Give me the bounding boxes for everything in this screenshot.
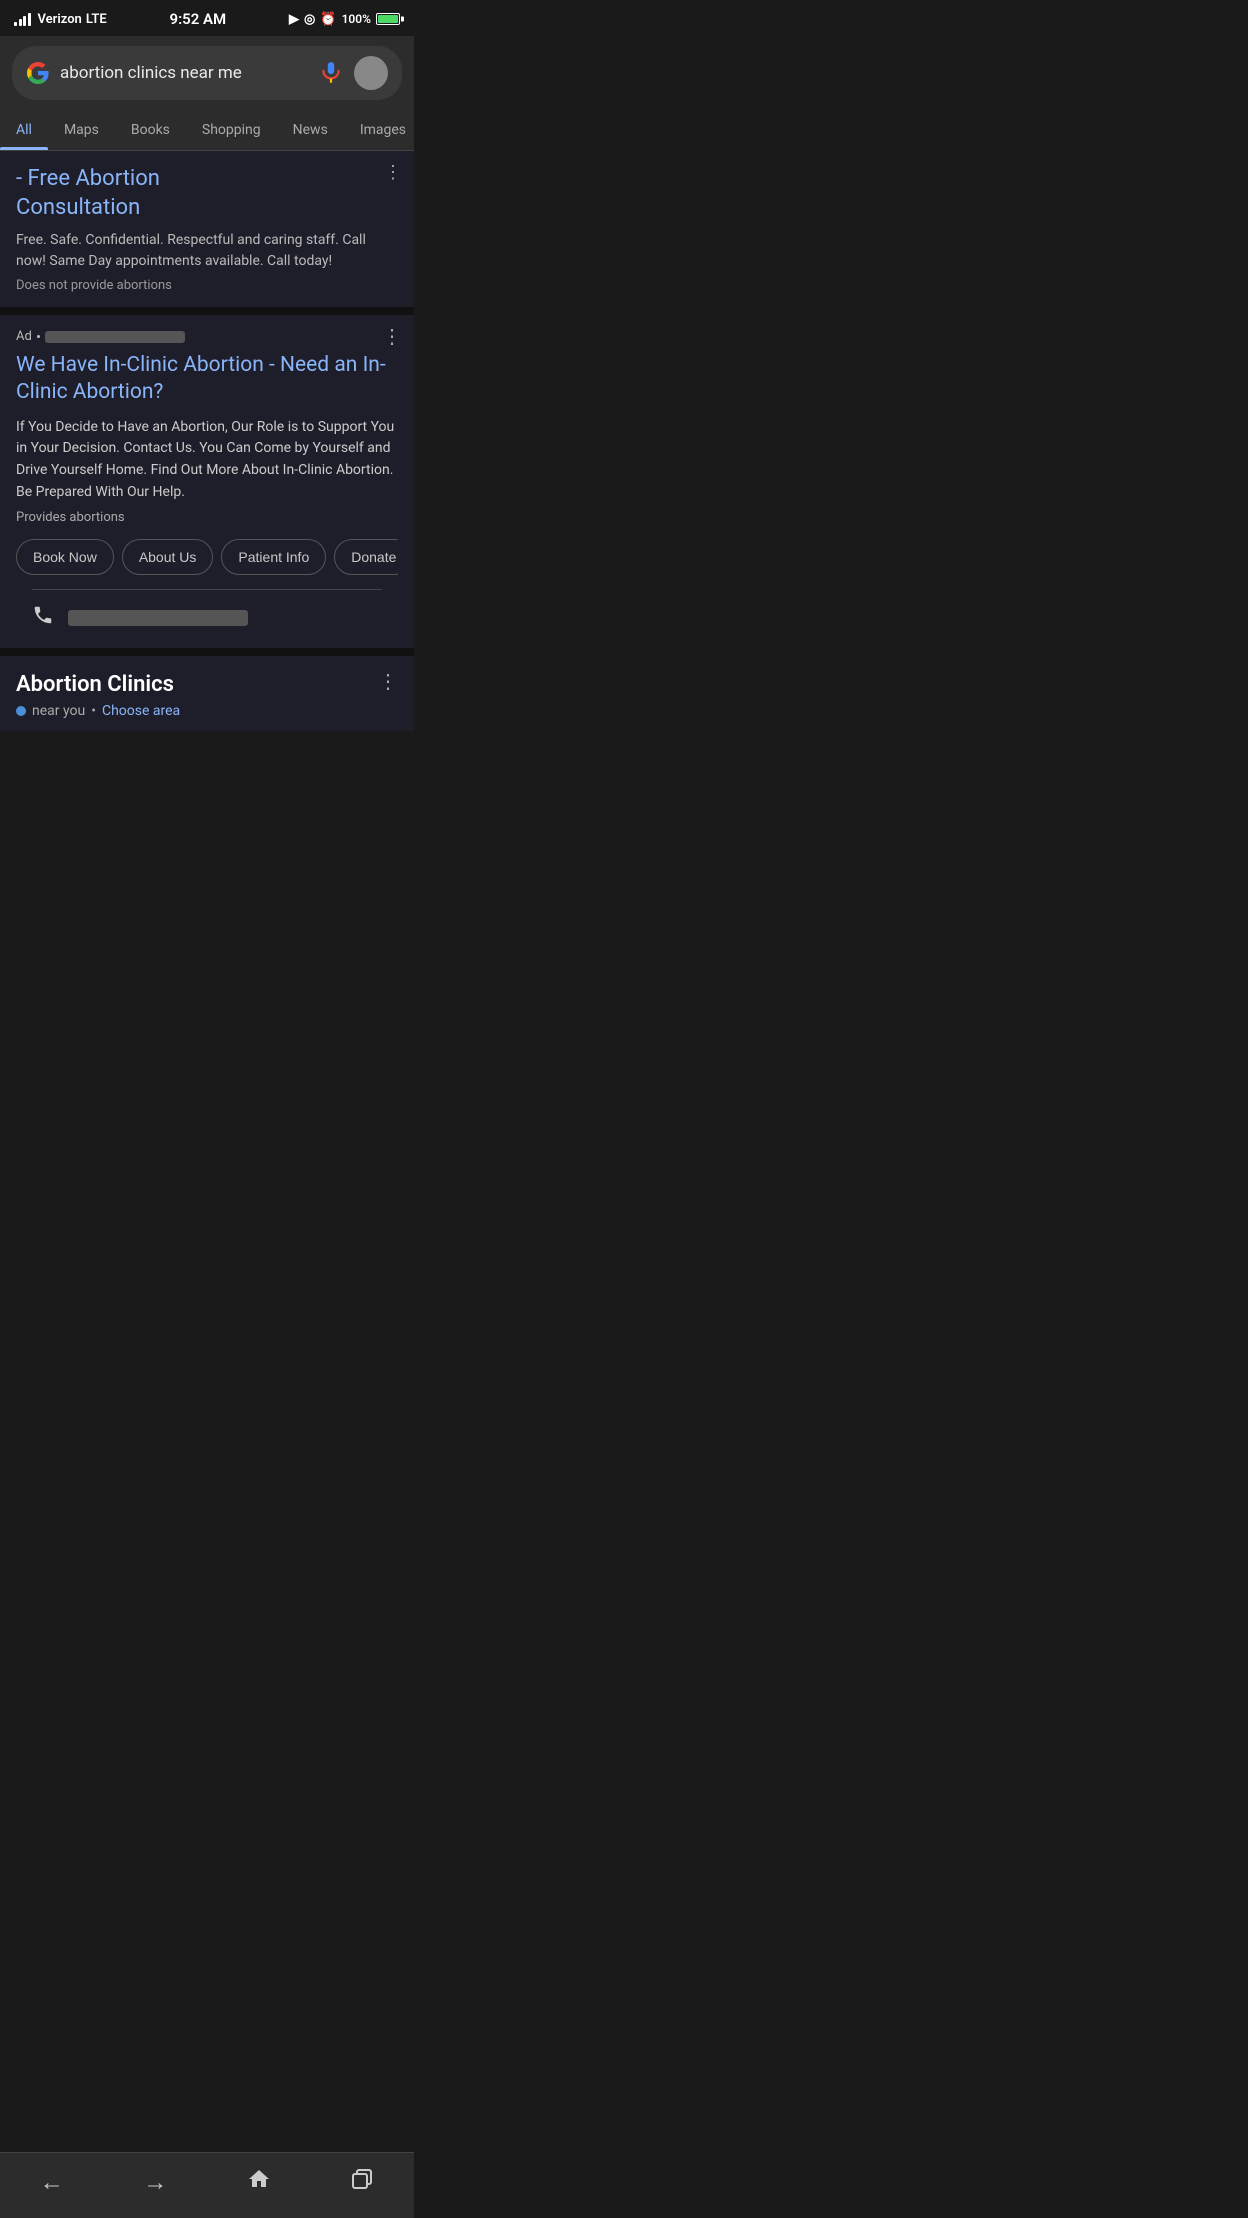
status-left: Verizon LTE — [14, 12, 107, 27]
status-right: ▶ ◎ ⏰ 100% — [289, 12, 400, 27]
ad-card-1: ⋮ - Free Abortion Consultation Free. Saf… — [0, 151, 414, 315]
ad2-disclaimer: Provides abortions — [16, 510, 398, 525]
ad1-title-part2: Consultation — [16, 195, 140, 220]
home-button[interactable] — [231, 2163, 287, 2202]
ad1-disclaimer: Does not provide abortions — [16, 278, 398, 293]
search-tabs: All Maps Books Shopping News Images — [0, 110, 414, 151]
ad-label: Ad — [16, 329, 32, 344]
ad1-more-options-button[interactable]: ⋮ — [384, 163, 402, 181]
tab-all[interactable]: All — [0, 110, 48, 150]
donate-button[interactable]: Donate — [334, 539, 398, 575]
near-you-label: near you — [32, 703, 85, 719]
choose-area-link[interactable]: Choose area — [102, 703, 180, 719]
tab-images[interactable]: Images — [344, 110, 414, 150]
tab-books[interactable]: Books — [115, 110, 186, 150]
clock-icon: ◎ — [304, 12, 315, 27]
search-bar-container: abortion clinics near me — [0, 36, 414, 110]
alarm-icon: ⏰ — [320, 12, 336, 27]
carrier-label: Verizon — [38, 12, 82, 27]
clinics-more-options-button[interactable]: ⋮ — [378, 672, 398, 692]
tab-news[interactable]: News — [277, 110, 344, 150]
time-label: 9:52 AM — [170, 10, 227, 28]
search-query[interactable]: abortion clinics near me — [60, 63, 308, 83]
google-logo — [26, 61, 50, 85]
ad2-title[interactable]: We Have In-Clinic Abortion - Need an In-… — [16, 352, 398, 407]
blurred-phone-number — [68, 610, 248, 626]
ad2-description: If You Decide to Have an Abortion, Our R… — [16, 417, 398, 504]
signal-bars-icon — [14, 13, 31, 26]
bottom-nav: ← → — [0, 2152, 414, 2218]
ad1-description: Free. Safe. Confidential. Respectful and… — [16, 230, 398, 272]
search-bar[interactable]: abortion clinics near me — [12, 46, 402, 100]
ad-card-2: Ad ⋮ We Have In-Clinic Abortion - Need a… — [0, 315, 414, 655]
phone-icon — [32, 604, 54, 632]
patient-info-button[interactable]: Patient Info — [221, 539, 326, 575]
clinics-header: Abortion Clinics ⋮ — [16, 672, 398, 697]
ad1-title[interactable]: - Free Abortion Consultation — [16, 165, 398, 222]
tabs-button[interactable] — [334, 2163, 390, 2202]
ad1-title-part1: - Free Abortion — [16, 166, 160, 191]
battery-percent: 100% — [342, 12, 371, 26]
near-you-dot — [16, 706, 26, 716]
ad2-more-options-button[interactable]: ⋮ — [382, 327, 402, 347]
separator: • — [91, 703, 96, 719]
ad-badge: Ad — [16, 329, 398, 344]
clinics-subtitle: near you • Choose area — [16, 703, 398, 719]
phone-row[interactable] — [16, 590, 398, 648]
tab-maps[interactable]: Maps — [48, 110, 115, 150]
clinics-title: Abortion Clinics — [16, 672, 174, 697]
about-us-button[interactable]: About Us — [122, 539, 214, 575]
battery-icon — [376, 13, 400, 25]
location-icon: ▶ — [289, 12, 299, 27]
abortion-clinics-section: Abortion Clinics ⋮ near you • Choose are… — [0, 656, 414, 731]
ad-dot — [37, 335, 40, 338]
status-bar: Verizon LTE 9:52 AM ▶ ◎ ⏰ 100% — [0, 0, 414, 36]
microphone-icon[interactable] — [318, 60, 344, 86]
user-avatar[interactable] — [354, 56, 388, 90]
tab-shopping[interactable]: Shopping — [186, 110, 277, 150]
network-label: LTE — [86, 12, 107, 27]
back-button[interactable]: ← — [24, 2165, 80, 2201]
blurred-advertiser-url — [45, 331, 185, 343]
book-now-button[interactable]: Book Now — [16, 539, 114, 575]
forward-button[interactable]: → — [127, 2165, 183, 2201]
ad2-action-buttons: Book Now About Us Patient Info Donate Me… — [16, 539, 398, 589]
